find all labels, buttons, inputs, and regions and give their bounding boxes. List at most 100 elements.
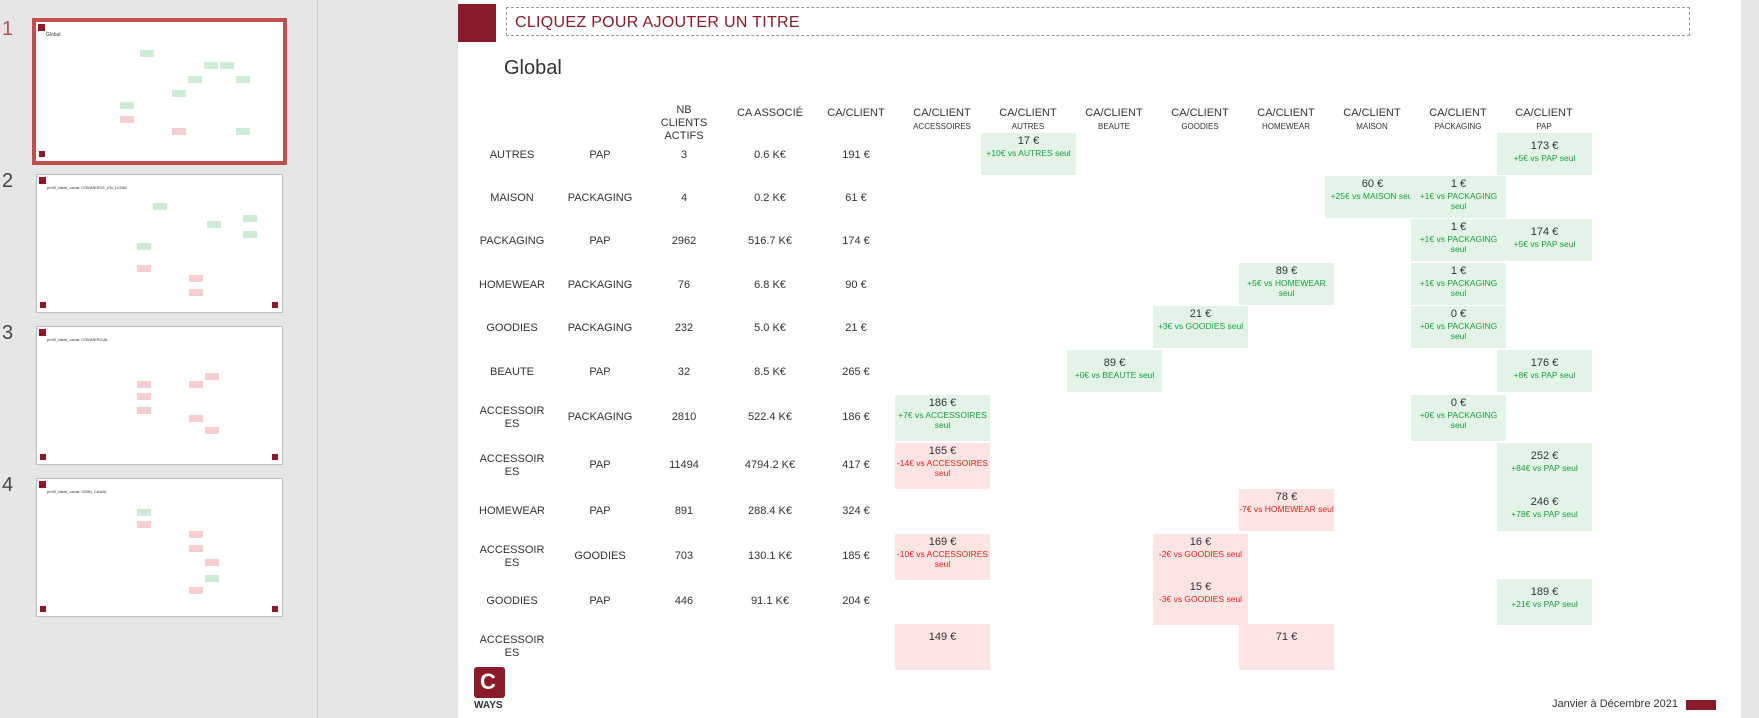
slide-number-3: 3 <box>2 322 14 344</box>
active-clients-count: 32 <box>677 366 691 378</box>
tile-value: 89 € <box>1103 357 1126 369</box>
active-clients-count: 446 <box>674 595 694 607</box>
column-header-label: CA/CLIENT <box>1085 107 1143 119</box>
comparison-tile: 17 € +10€ vs AUTRES seul <box>981 133 1076 175</box>
tile-value: 1 € <box>1450 221 1467 233</box>
tile-value: 1 € <box>1450 265 1467 277</box>
column-header-label: CA ASSOCIÉ <box>736 107 804 119</box>
revenue-per-client: 90 € <box>845 279 867 291</box>
tile-value: 15 € <box>1189 581 1212 593</box>
column-header-sublabel: MAISON <box>1356 122 1388 131</box>
row-category-1: GOODIES <box>486 322 538 334</box>
tile-value: 189 € <box>1530 586 1559 598</box>
slide-subtitle[interactable]: Global <box>504 57 562 80</box>
revenue-per-client: 191 € <box>842 149 870 161</box>
tile-value: 17 € <box>1017 135 1040 147</box>
tile-difference: +8€ vs PAP seul <box>1513 370 1576 380</box>
tile-value: 149 € <box>928 631 957 643</box>
row-category-1: HOMEWEAR <box>479 505 545 517</box>
comparison-tile: 89 € +5€ vs HOMEWEAR seul <box>1239 263 1334 305</box>
title-placeholder-text: CLIQUEZ POUR AJOUTER UN TITRE <box>515 14 800 31</box>
slide-number-4: 4 <box>2 474 14 496</box>
tile-value: 16 € <box>1189 536 1212 548</box>
logo-text: WAYS <box>474 700 503 711</box>
column-header-sublabel: GOODIES <box>1181 122 1219 131</box>
row-category-2: PACKAGING <box>567 322 633 334</box>
tile-value: 246 € <box>1530 496 1559 508</box>
thumbnail-title: profil_client_canal: OMNI_CANAL <box>47 489 108 494</box>
slide-thumbnail-1[interactable]: Global <box>32 18 287 165</box>
column-header-label: CA/CLIENT <box>1515 107 1573 119</box>
slide-number-1: 1 <box>2 18 14 40</box>
associated-revenue: 522.4 K€ <box>747 411 793 423</box>
column-header: CA/CLIENT AUTRES <box>980 107 1076 133</box>
active-clients-count: 4 <box>680 192 688 204</box>
associated-revenue: 516.7 K€ <box>747 235 793 247</box>
tile-difference: +1€ vs PACKAGING seul <box>1419 278 1498 298</box>
column-header-label: CA/CLIENT <box>1171 107 1229 119</box>
active-clients-count: 891 <box>674 505 694 517</box>
tile-difference: +0€ vs PACKAGING seul <box>1419 321 1498 341</box>
slide-thumbnail-pane[interactable]: 1 Global 2 profil_client_canal: COMMERCE… <box>0 0 318 718</box>
row-category-1: AUTRES <box>489 149 535 161</box>
comparison-tile: 21 € +3€ vs GOODIES seul <box>1153 306 1248 348</box>
tile-value: 89 € <box>1275 265 1298 277</box>
tile-difference: +10€ vs AUTRES seul <box>986 148 1071 158</box>
column-header: CA/CLIENT GOODIES <box>1152 107 1248 133</box>
comparison-tile: 15 € -3€ vs GOODIES seul <box>1153 579 1248 625</box>
tile-difference: -7€ vs HOMEWEAR seul <box>1239 504 1334 514</box>
tile-difference: +7€ vs ACCESSOIRES seul <box>898 410 987 430</box>
column-header: NB CLIENTS ACTIFS <box>636 104 732 143</box>
active-clients-count: 2810 <box>671 411 697 423</box>
associated-revenue: 0.2 K€ <box>754 192 786 204</box>
tile-value: 252 € <box>1530 450 1559 462</box>
comparison-tile: 176 € +8€ vs PAP seul <box>1497 350 1592 392</box>
associated-revenue: 0.6 K€ <box>754 149 786 161</box>
slide-thumbnail-3[interactable]: profil_client_canal: COMMERCIAL <box>36 326 283 465</box>
column-header-sublabel: HOMEWEAR <box>1262 122 1310 131</box>
active-clients-count: 3 <box>680 149 688 161</box>
associated-revenue: 6.8 K€ <box>754 279 786 291</box>
slide-thumbnail-4[interactable]: profil_client_canal: OMNI_CANAL <box>36 478 283 617</box>
comparison-tile: 1 € +1€ vs PACKAGING seul <box>1411 263 1506 305</box>
tile-difference: -14€ vs ACCESSOIRES seul <box>896 458 989 478</box>
row-category-2: PAP <box>589 366 611 378</box>
revenue-per-client: 61 € <box>845 192 867 204</box>
tile-difference: +0€ vs BEAUTE seul <box>1074 370 1155 380</box>
row-category-1: BEAUTE <box>489 366 534 378</box>
tile-difference: -10€ vs ACCESSOIRES seul <box>896 549 989 569</box>
active-clients-count: 11494 <box>669 459 699 471</box>
comparison-tile: 189 € +21€ vs PAP seul <box>1497 579 1592 625</box>
tile-difference: +84€ vs PAP seul <box>1511 463 1578 473</box>
row-category-2: PACKAGING <box>567 192 633 204</box>
row-category-2: PAP <box>589 459 611 471</box>
slide-canvas[interactable]: CLIQUEZ POUR AJOUTER UN TITRE Global NB … <box>458 0 1741 718</box>
slide-editor-area[interactable]: CLIQUEZ POUR AJOUTER UN TITRE Global NB … <box>318 0 1759 718</box>
row-category-2: PACKAGING <box>567 279 633 291</box>
thumbnail-title: profil_client_canal: COMMERCIAL <box>47 337 109 342</box>
tile-value: 176 € <box>1530 357 1559 369</box>
column-header: CA/CLIENT ACCESSOIRES <box>894 107 990 133</box>
comparison-tile: 1 € +1€ vs PACKAGING seul <box>1411 219 1506 261</box>
active-clients-count: 2962 <box>671 235 697 247</box>
footer-accent-bar <box>1686 700 1716 710</box>
column-header-label: CA/CLIENT <box>999 107 1057 119</box>
comparison-tile: 60 € +25€ vs MAISON seul <box>1325 176 1420 218</box>
tile-difference: +1€ vs PACKAGING seul <box>1419 234 1498 254</box>
row-category-1: PACKAGING <box>479 235 545 247</box>
slide-thumbnail-2[interactable]: profil_client_canal: COMMERCE_EN_LIGNE <box>36 174 283 313</box>
tile-value: 173 € <box>1530 140 1559 152</box>
column-header: CA/CLIENT <box>808 107 904 120</box>
column-header-sublabel: PAP <box>1536 122 1552 131</box>
column-header-sublabel: PACKAGING <box>1434 122 1482 131</box>
associated-revenue: 288.4 K€ <box>747 505 793 517</box>
tile-value: 0 € <box>1450 308 1467 320</box>
tile-difference: +5€ vs PAP seul <box>1513 239 1576 249</box>
title-placeholder[interactable]: CLIQUEZ POUR AJOUTER UN TITRE <box>506 7 1690 36</box>
associated-revenue: 4794.2 K€ <box>744 459 796 471</box>
comparison-tile: 1 € +1€ vs PACKAGING seul <box>1411 176 1506 218</box>
column-header-label: CA/CLIENT <box>827 107 885 119</box>
comparison-tile: 0 € +0€ vs PACKAGING seul <box>1411 306 1506 348</box>
column-header: CA/CLIENT HOMEWEAR <box>1238 107 1334 133</box>
row-category-1: ACCESSOIRES <box>479 544 545 569</box>
